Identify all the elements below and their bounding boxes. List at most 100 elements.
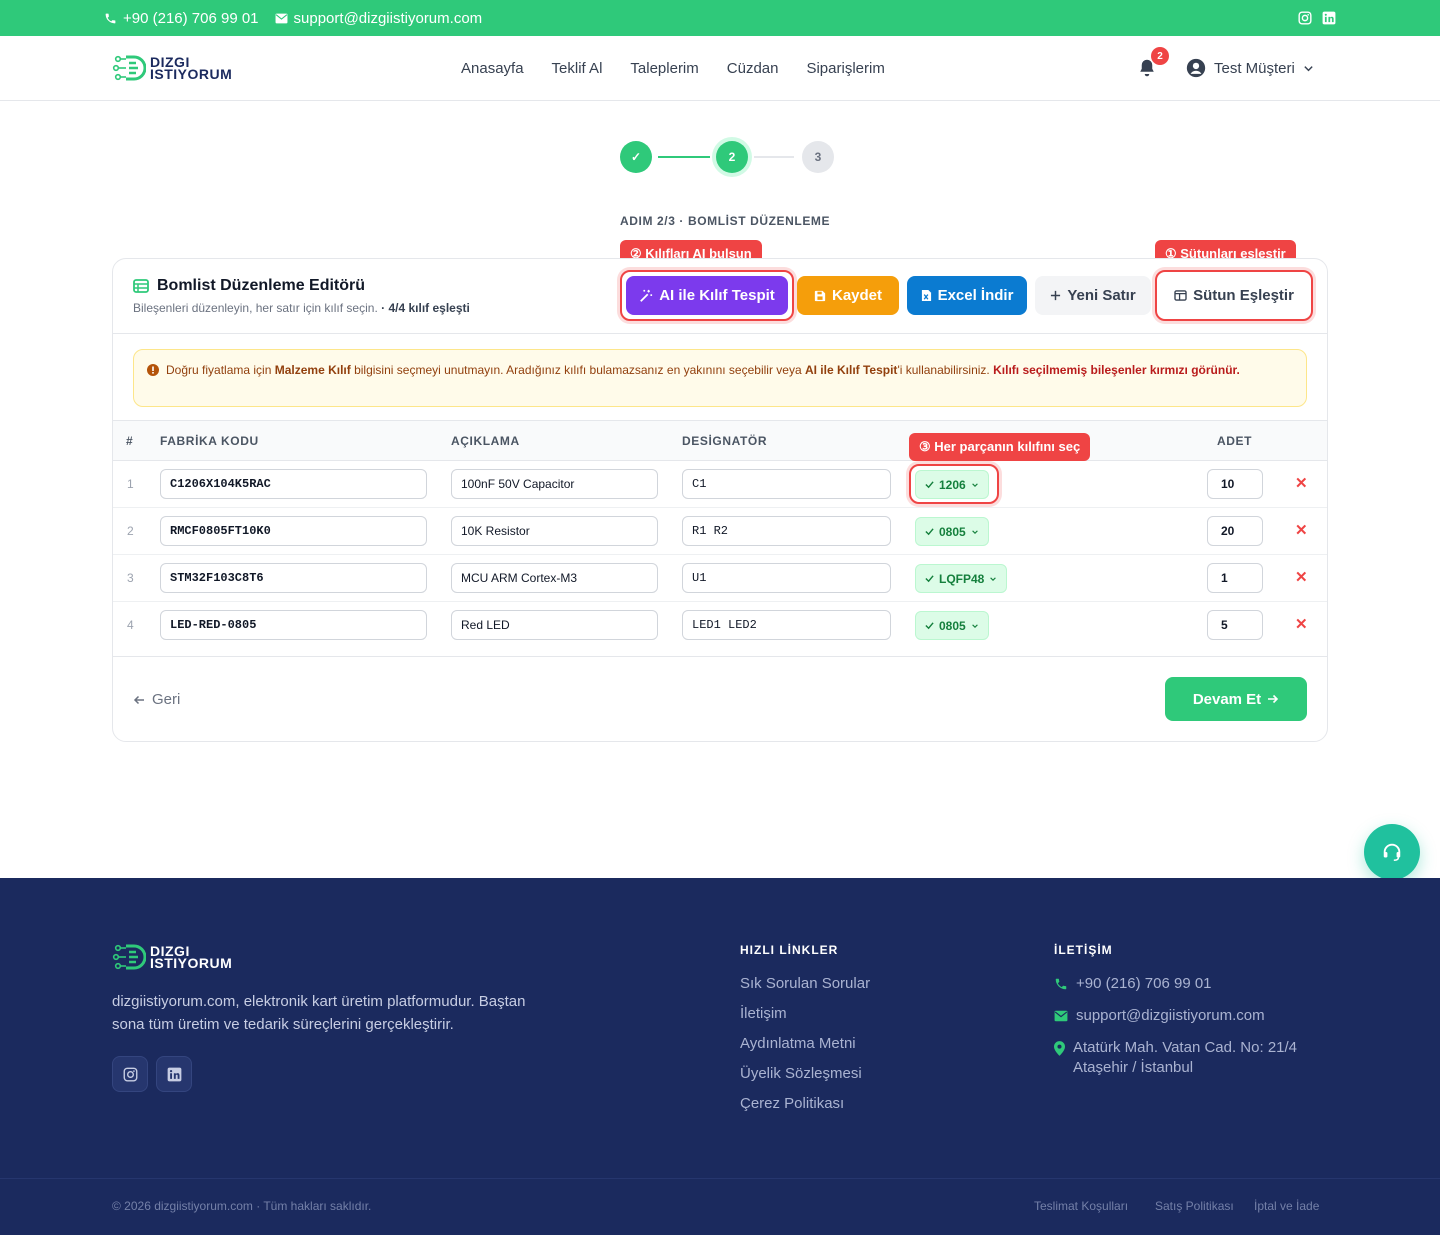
package-select[interactable]: LQFP48 bbox=[915, 564, 1008, 593]
excel-download-button[interactable]: Excel İndir bbox=[907, 276, 1027, 315]
delete-row-icon[interactable]: ✕ bbox=[1295, 521, 1308, 539]
delete-row-icon[interactable]: ✕ bbox=[1295, 615, 1308, 633]
contact-heading: İLETİŞİM bbox=[1054, 943, 1113, 957]
brand-line2: ISTIYORUM bbox=[150, 66, 233, 82]
alert-bold-2: AI ile Kılıf Tespit bbox=[804, 363, 898, 377]
step-caption: ADIM 2/3 · BOMLİST DÜZENLEME bbox=[620, 214, 831, 228]
magic-wand-icon bbox=[640, 289, 653, 302]
quantity-input[interactable]: 5 bbox=[1207, 610, 1263, 640]
alert-text-3: 'i kullanabilirsiniz. bbox=[897, 363, 994, 377]
alert-warning: Kılıfı seçilmemiş bileşenler kırmızı gör… bbox=[993, 363, 1240, 377]
back-label: Geri bbox=[152, 691, 181, 708]
chevron-down-icon bbox=[971, 482, 978, 487]
instagram-icon bbox=[123, 1067, 137, 1081]
nav-link-wallet[interactable]: Cüzdan bbox=[727, 60, 779, 77]
table-icon bbox=[133, 279, 149, 293]
footer-link-membership[interactable]: Üyelik Sözleşmesi bbox=[740, 1065, 862, 1082]
designator-input[interactable]: C1 bbox=[682, 469, 891, 499]
bomlist-editor-card: Bomlist Düzenleme Editörü Bileşenleri dü… bbox=[112, 258, 1328, 742]
back-button[interactable]: Geri bbox=[133, 691, 180, 708]
excel-file-icon bbox=[921, 290, 931, 301]
step-2-active: 2 bbox=[716, 141, 748, 173]
delete-row-icon[interactable]: ✕ bbox=[1295, 474, 1308, 492]
table-row: 3 STM32F103C8T6 MCU ARM Cortex-M3 U1 LQF… bbox=[113, 555, 1327, 602]
topbar-phone[interactable]: +90 (216) 706 99 01 bbox=[104, 10, 259, 27]
user-menu[interactable]: Test Müşteri bbox=[1186, 36, 1314, 100]
linkedin-icon[interactable] bbox=[1322, 11, 1336, 25]
footer-email[interactable]: support@dizgiistiyorum.com bbox=[1054, 1006, 1265, 1026]
footer-link-sales-policy[interactable]: Satış Politikası bbox=[1155, 1199, 1234, 1213]
col-factory-code: FABRİKA KODU bbox=[160, 434, 259, 448]
quantity-input[interactable]: 1 bbox=[1207, 563, 1263, 593]
description-input[interactable]: 10K Resistor bbox=[451, 516, 658, 546]
nav-links: Anasayfa Teklif Al Taleplerim Cüzdan Sip… bbox=[461, 36, 885, 100]
step-1-complete: ✓ bbox=[620, 141, 652, 173]
footer-logo[interactable]: DIZGI ISTIYORUM bbox=[112, 942, 232, 972]
site-footer: DIZGI ISTIYORUM dizgiistiyorum.com, elek… bbox=[0, 878, 1440, 1235]
factory-code-input[interactable]: RMCF0805FT10K0 bbox=[160, 516, 427, 546]
footer-instagram-button[interactable] bbox=[112, 1056, 148, 1092]
description-input[interactable]: 100nF 50V Capacitor bbox=[451, 469, 658, 499]
envelope-icon bbox=[1054, 1010, 1068, 1022]
footer-linkedin-button[interactable] bbox=[156, 1056, 192, 1092]
info-alert: Doğru fiyatlama için Malzeme Kılıf bilgi… bbox=[133, 349, 1307, 407]
designator-input[interactable]: LED1 LED2 bbox=[682, 610, 891, 640]
header-divider bbox=[113, 333, 1327, 334]
footer-link-cookies[interactable]: Çerez Politikası bbox=[740, 1095, 844, 1112]
footer-link-cancel-return[interactable]: İptal ve İade bbox=[1254, 1199, 1319, 1213]
factory-code-input[interactable]: LED-RED-0805 bbox=[160, 610, 427, 640]
footer-link-delivery[interactable]: Teslimat Koşulları bbox=[1034, 1199, 1128, 1213]
check-icon bbox=[925, 575, 934, 583]
table-header: # FABRİKA KODU AÇIKLAMA DESİGNATÖR ADET bbox=[113, 420, 1327, 461]
quick-links-heading: HIZLI LİNKLER bbox=[740, 943, 839, 957]
footer-link-privacy[interactable]: Aydınlatma Metni bbox=[740, 1035, 856, 1052]
topbar-email[interactable]: support@dizgiistiyorum.com bbox=[275, 10, 482, 27]
package-select[interactable]: 0805 bbox=[915, 611, 989, 640]
footer-phone[interactable]: +90 (216) 706 99 01 bbox=[1054, 974, 1212, 994]
editor-title-text: Bomlist Düzenleme Editörü bbox=[157, 277, 366, 294]
notification-badge: 2 bbox=[1151, 47, 1169, 65]
nav-link-orders[interactable]: Siparişlerim bbox=[806, 60, 884, 77]
save-button[interactable]: Kaydet bbox=[797, 276, 899, 315]
info-icon bbox=[147, 364, 159, 376]
factory-code-input[interactable]: C1206X104K5RAC bbox=[160, 469, 427, 499]
new-row-button[interactable]: Yeni Satır bbox=[1035, 276, 1151, 315]
delete-row-icon[interactable]: ✕ bbox=[1295, 568, 1308, 586]
row-number: 1 bbox=[127, 477, 134, 491]
nav-link-home[interactable]: Anasayfa bbox=[461, 60, 524, 77]
footer-divider bbox=[0, 1178, 1440, 1179]
footer-address-line2: Ataşehir / İstanbul bbox=[1073, 1059, 1194, 1076]
check-icon bbox=[925, 622, 934, 630]
nav-link-quote[interactable]: Teklif Al bbox=[552, 60, 603, 77]
user-avatar-icon bbox=[1186, 58, 1206, 78]
phone-icon bbox=[1055, 978, 1067, 990]
factory-code-input[interactable]: STM32F103C8T6 bbox=[160, 563, 427, 593]
support-chat-button[interactable] bbox=[1364, 824, 1420, 880]
quantity-input[interactable]: 10 bbox=[1207, 469, 1263, 499]
save-button-label: Kaydet bbox=[831, 287, 883, 304]
description-input[interactable]: MCU ARM Cortex-M3 bbox=[451, 563, 658, 593]
editor-subtitle-text: Bileşenleri düzenleyin, her satır için k… bbox=[133, 301, 378, 315]
chevron-down-icon bbox=[1304, 65, 1313, 71]
instagram-icon[interactable] bbox=[1298, 11, 1312, 25]
package-select[interactable]: 1206 bbox=[915, 470, 989, 499]
description-input[interactable]: Red LED bbox=[451, 610, 658, 640]
arrow-right-icon bbox=[1268, 694, 1279, 704]
row-number: 4 bbox=[127, 618, 134, 632]
col-description: AÇIKLAMA bbox=[451, 434, 520, 448]
designator-input[interactable]: R1 R2 bbox=[682, 516, 891, 546]
designator-input[interactable]: U1 bbox=[682, 563, 891, 593]
nav-link-requests[interactable]: Taleplerim bbox=[630, 60, 698, 77]
footer-link-faq[interactable]: Sık Sorulan Sorular bbox=[740, 975, 870, 992]
col-designator: DESİGNATÖR bbox=[682, 434, 768, 448]
ai-package-detect-button[interactable]: AI ile Kılıf Tespit bbox=[626, 276, 788, 315]
quantity-input[interactable]: 20 bbox=[1207, 516, 1263, 546]
step-connector bbox=[754, 156, 794, 158]
continue-button[interactable]: Devam Et bbox=[1165, 677, 1307, 721]
footer-link-contact[interactable]: İletişim bbox=[740, 1005, 787, 1022]
package-value: LQFP48 bbox=[939, 571, 985, 586]
map-columns-button[interactable]: Sütun Eşleştir bbox=[1161, 276, 1307, 315]
brand-logo[interactable]: DIZGI ISTIYORUM bbox=[112, 53, 232, 83]
table-row: 1 C1206X104K5RAC 100nF 50V Capacitor C1 … bbox=[113, 461, 1327, 508]
package-select[interactable]: 0805 bbox=[915, 517, 989, 546]
